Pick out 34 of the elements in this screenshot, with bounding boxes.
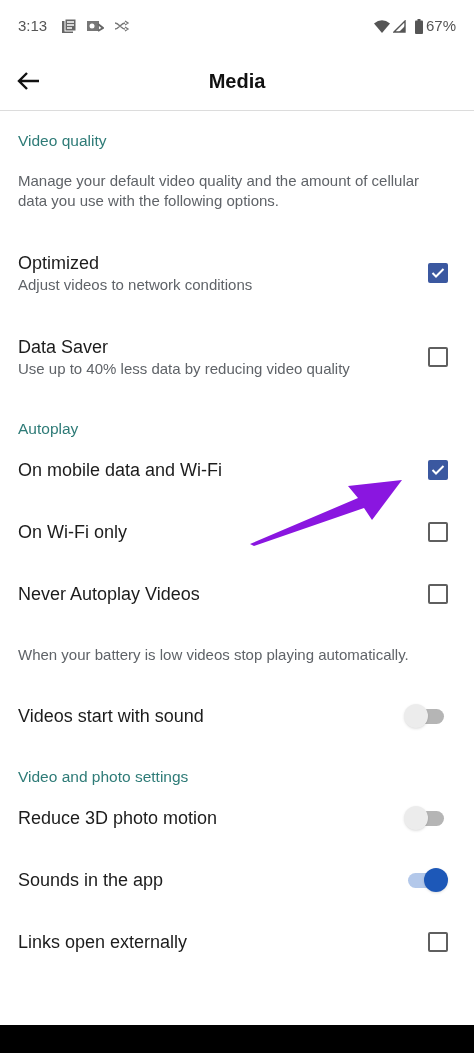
setting-label: On Wi-Fi only	[18, 521, 128, 544]
info-text: When your battery is low videos stop playing automatically.	[18, 645, 410, 665]
status-time: 3:13	[18, 15, 48, 36]
setting-label: Sounds in the app	[18, 869, 165, 892]
section-header: Video and photo settings	[18, 767, 189, 787]
checkbox[interactable]	[428, 263, 448, 283]
setting-label: Links open externally	[18, 931, 189, 954]
screen-title: Media	[208, 69, 266, 94]
news-icon	[61, 18, 78, 34]
checkmark-icon	[431, 267, 445, 279]
setting-description: Adjust videos to network conditions	[18, 275, 254, 295]
setting-label: Data Saver	[18, 336, 110, 359]
signal-icon	[392, 19, 406, 33]
checkbox[interactable]	[428, 522, 448, 542]
mail-icon	[87, 19, 105, 33]
setting-label: Reduce 3D photo motion	[18, 807, 219, 830]
checkmark-icon	[431, 464, 445, 476]
setting-label: On mobile data and Wi-Fi	[18, 459, 224, 482]
checkbox[interactable]	[428, 932, 448, 952]
section-header: Video quality	[18, 131, 107, 151]
checkbox[interactable]	[428, 460, 448, 480]
section-header: Autoplay	[18, 419, 79, 439]
crossed-arrows-icon	[114, 20, 131, 32]
info-text: Manage your default video quality and the amount of cellular data you use with the following options.	[18, 171, 421, 211]
wifi-icon	[373, 19, 390, 33]
setting-label: Never Autoplay Videos	[18, 583, 201, 606]
setting-description: Use up to 40% less data by reducing video quality	[18, 359, 351, 379]
setting-label: Optimized	[18, 252, 101, 275]
back-arrow-icon	[16, 71, 40, 91]
battery-percent: 67%	[425, 15, 456, 36]
checkbox[interactable]	[428, 347, 448, 367]
checkbox[interactable]	[428, 584, 448, 604]
battery-icon	[414, 18, 423, 34]
setting-label: Videos start with sound	[18, 705, 205, 728]
